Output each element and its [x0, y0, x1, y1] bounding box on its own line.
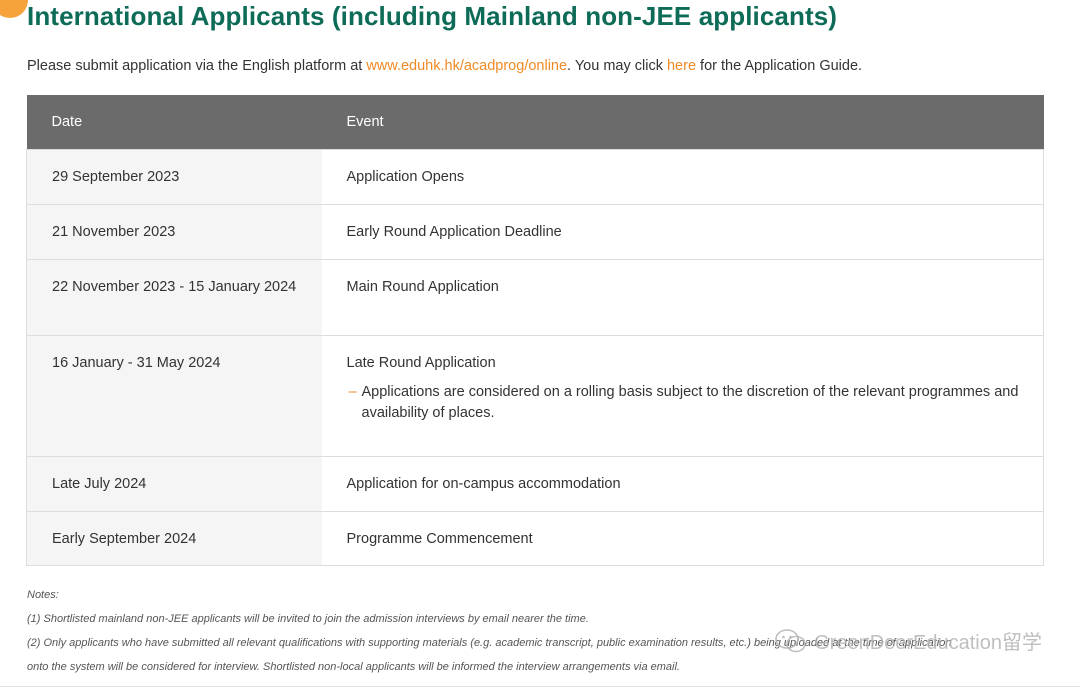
table-row: Early September 2024 Programme Commencem… — [26, 511, 1044, 566]
rolling-basis-note: – Applications are considered on a rolli… — [347, 382, 1020, 424]
schedule-table: Date Event 29 September 2023 Application… — [26, 95, 1044, 566]
date-cell: Late July 2024 — [26, 456, 322, 512]
intro-text: Please submit application via the Englis… — [27, 58, 862, 74]
event-cell: Application Opens — [321, 149, 1044, 205]
table-row: Late July 2024 Application for on-campus… — [26, 456, 1044, 512]
table-header-row: Date Event — [26, 95, 1044, 150]
column-header-date: Date — [26, 95, 322, 150]
table-row: 29 September 2023 Application Opens — [26, 149, 1044, 205]
bottom-divider — [0, 686, 1080, 687]
event-title: Late Round Application — [346, 355, 496, 371]
application-guide-link[interactable]: here — [667, 58, 696, 74]
page-title: International Applicants (including Main… — [27, 1, 838, 31]
date-cell: 21 November 2023 — [26, 204, 322, 260]
online-platform-link[interactable]: www.eduhk.hk/acadprog/online — [366, 58, 567, 74]
date-cell: Early September 2024 — [26, 511, 322, 566]
corner-decoration-dot — [0, 0, 28, 18]
note-item: onto the system will be considered for i… — [27, 661, 680, 673]
table-row: 21 November 2023 Early Round Application… — [26, 204, 1044, 260]
event-cell: Application for on-campus accommodation — [321, 456, 1044, 512]
notes-heading: Notes: — [27, 589, 59, 601]
watermark: GreenDeerEducation留学 — [774, 626, 1042, 655]
note-text: Applications are considered on a rolling… — [361, 384, 1019, 421]
event-cell: Main Round Application — [321, 259, 1044, 336]
table-row: 16 January - 31 May 2024 Late Round Appl… — [26, 335, 1044, 457]
event-cell: Late Round Application – Applications ar… — [321, 335, 1044, 457]
wechat-icon — [775, 628, 806, 652]
watermark-text: GreenDeerEducation留学 — [814, 632, 1042, 654]
column-header-event: Event — [321, 95, 1044, 150]
event-cell: Early Round Application Deadline — [321, 204, 1044, 260]
event-cell: Programme Commencement — [321, 511, 1044, 566]
intro-middle: . You may click — [567, 58, 667, 74]
date-cell: 16 January - 31 May 2024 — [26, 335, 322, 457]
intro-before-link: Please submit application via the Englis… — [27, 58, 367, 74]
date-cell: 29 September 2023 — [26, 149, 322, 205]
table-row: 22 November 2023 - 15 January 2024 Main … — [26, 259, 1044, 336]
date-cell: 22 November 2023 - 15 January 2024 — [26, 259, 322, 336]
intro-after: for the Application Guide. — [696, 58, 863, 74]
dash-bullet: – — [348, 384, 357, 400]
